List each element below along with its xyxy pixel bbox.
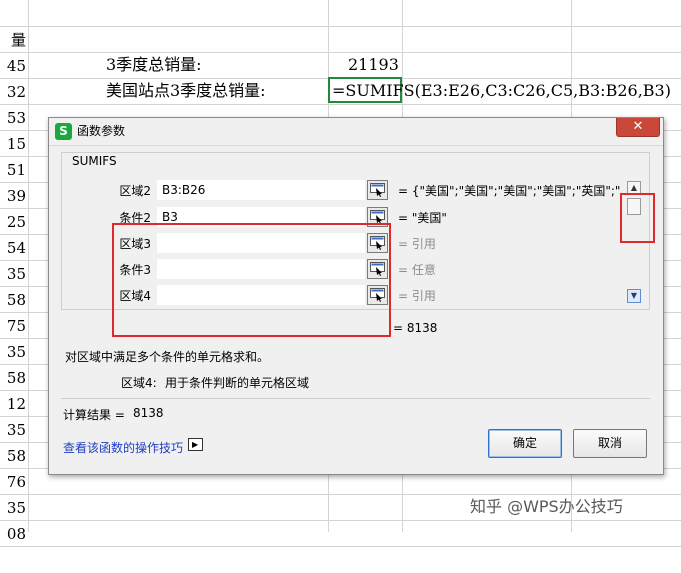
function-name-label: SUMIFS	[72, 154, 117, 168]
grid-line	[0, 104, 681, 105]
arg-result-range4: = 引用	[398, 289, 436, 303]
highlight-box-arguments	[112, 223, 391, 337]
column-a-cell[interactable]: 51	[0, 157, 28, 183]
arg-label-range2: 区域2	[119, 184, 151, 198]
column-a-cell[interactable]: 58	[0, 443, 28, 469]
grid-line	[0, 52, 681, 53]
column-a-cell[interactable]: 76	[0, 469, 28, 495]
close-icon: ✕	[632, 119, 644, 134]
us-q3-total-label[interactable]: 美国站点3季度总销量:	[106, 78, 266, 104]
range-select-icon	[370, 210, 385, 224]
function-tips-link[interactable]: 查看该函数的操作技巧	[63, 439, 183, 456]
grid-line	[0, 546, 681, 547]
grid-line	[0, 520, 681, 521]
column-a-cell[interactable]: 15	[0, 131, 28, 157]
wps-app-icon: S	[55, 123, 72, 140]
scroll-down-button[interactable]: ▼	[627, 289, 641, 303]
q3-total-label[interactable]: 3季度总销量:	[106, 52, 202, 78]
column-a-cell[interactable]: 54	[0, 235, 28, 261]
range-select-icon	[370, 183, 385, 197]
highlight-box-scrollbar	[620, 193, 655, 243]
column-a-cell[interactable]: 58	[0, 287, 28, 313]
grid-line	[28, 0, 29, 532]
function-arguments-dialog: S 函数参数 ✕ SUMIFS 区域2 B3:B26 = {"美国";"美国";…	[48, 117, 664, 475]
column-a-cell[interactable]: 53	[0, 105, 28, 131]
formula-total-result: = 8138	[393, 321, 438, 335]
column-a-cell[interactable]: 08	[0, 521, 28, 547]
function-description: 对区域中满足多个条件的单元格求和。	[65, 350, 270, 364]
dialog-title: 函数参数	[77, 124, 126, 138]
arg-description-text: 用于条件判断的单元格区域	[165, 376, 310, 390]
arg-input-range2[interactable]: B3:B26	[157, 180, 365, 200]
column-a-cell[interactable]: 35	[0, 417, 28, 443]
watermark: 知乎 @WPS办公技巧	[470, 497, 623, 516]
external-link-icon[interactable]: ▶	[188, 438, 203, 451]
q3-total-value[interactable]: 21193	[348, 52, 399, 78]
arg-description-name: 区域4:	[121, 376, 157, 390]
calculation-result-value: 8138	[133, 406, 164, 420]
cancel-button[interactable]: 取消	[573, 429, 647, 458]
column-a-cell[interactable]: 12	[0, 391, 28, 417]
column-a-cell[interactable]	[0, 547, 28, 573]
column-a-cell[interactable]: 25	[0, 209, 28, 235]
arg-result-criteria2: = "美国"	[398, 211, 447, 225]
column-a-cell[interactable]: 45	[0, 53, 28, 79]
ok-button[interactable]: 确定	[488, 429, 562, 458]
arg-result-criteria3: = 任意	[398, 263, 436, 277]
close-button[interactable]: ✕	[616, 118, 660, 137]
section-divider	[61, 398, 650, 399]
column-header-fragment: 量	[10, 31, 26, 49]
column-a-cell[interactable]: 32	[0, 79, 28, 105]
column-a-cell[interactable]: 35	[0, 495, 28, 521]
column-a-cell[interactable]: 58	[0, 365, 28, 391]
grid-line	[0, 26, 681, 27]
arg-result-range3: = 引用	[398, 237, 436, 251]
dialog-titlebar[interactable]: S 函数参数 ✕	[49, 118, 663, 146]
range-select-button[interactable]	[367, 180, 388, 200]
column-a-cell[interactable]: 39	[0, 183, 28, 209]
column-a-cell[interactable]: 75	[0, 313, 28, 339]
arg-result-range2: = {"美国";"美国";"美国";"美国";"英国";"...	[398, 184, 620, 198]
chevron-down-icon: ▼	[630, 291, 638, 300]
column-a-cell[interactable]: 35	[0, 339, 28, 365]
calculation-result-label: 计算结果 =	[63, 408, 125, 422]
chevron-up-icon: ▲	[630, 183, 638, 192]
column-a-cell[interactable]: 35	[0, 261, 28, 287]
formula-text: =SUMIFS(E3:E26,C3:C26,C5,B3:B26,B3)	[332, 81, 671, 100]
